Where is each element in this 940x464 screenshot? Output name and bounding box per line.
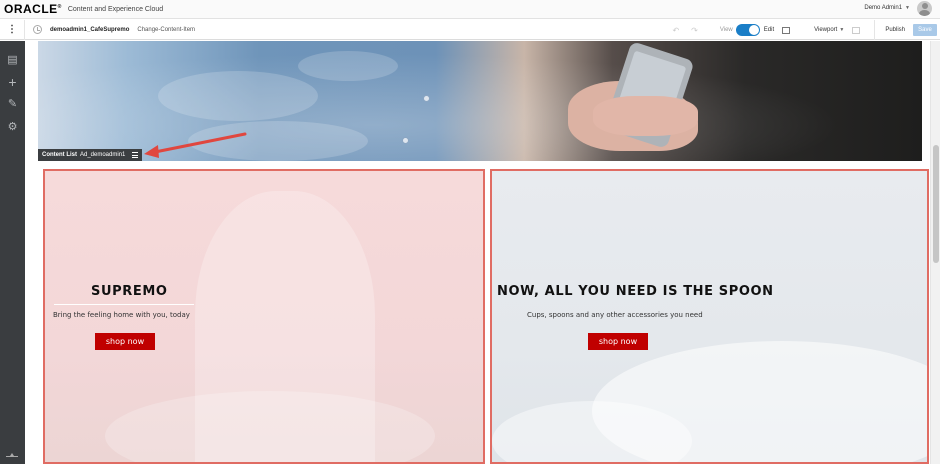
menu-icon[interactable] xyxy=(132,152,139,158)
chevron-down-icon: ▼ xyxy=(905,5,910,11)
user-name: Demo Admin1 xyxy=(864,5,903,11)
kebab-menu-icon[interactable]: ⋮ xyxy=(0,24,24,35)
view-label[interactable]: View xyxy=(720,27,733,33)
oracle-logo[interactable]: ORACLE® xyxy=(4,2,62,16)
device-preview-icon[interactable] xyxy=(782,26,791,34)
panel-subtitle: Cups, spoons and any other accessories y… xyxy=(527,311,703,319)
expand-icon[interactable] xyxy=(6,453,18,462)
publish-button[interactable]: Publish xyxy=(885,27,905,33)
edit-label[interactable]: Edit xyxy=(764,27,774,33)
site-name: demoadmin1_CafeSupremo xyxy=(50,26,130,33)
layout-icon[interactable]: ▤ xyxy=(0,54,25,66)
app-header: ORACLE® Content and Experience Cloud Dem… xyxy=(0,0,940,19)
content-list-name: Ad_demoadmin1 xyxy=(80,152,126,158)
left-sidebar: ▤ + ✎ ⚙ xyxy=(0,41,25,464)
hero-image[interactable] xyxy=(38,41,922,161)
page-canvas: Content List Ad_demoadmin1 SUPREMO Bring… xyxy=(25,41,930,464)
user-menu[interactable]: Demo Admin1 ▼ xyxy=(864,5,910,11)
undo-icon[interactable]: ↶ xyxy=(672,26,679,35)
shop-now-button[interactable]: shop now xyxy=(95,333,155,350)
logo-text: ORACLE xyxy=(4,2,58,16)
ad-panel-spoon[interactable]: NOW, ALL YOU NEED IS THE SPOON Cups, spo… xyxy=(490,169,929,464)
content-list-type: Content List xyxy=(42,152,77,158)
product-name: Content and Experience Cloud xyxy=(67,5,164,13)
panel-subtitle: Bring the feeling home with you, today xyxy=(53,311,190,319)
content-list-label[interactable]: Content List Ad_demoadmin1 xyxy=(38,149,143,161)
panel-title: SUPREMO xyxy=(91,284,168,299)
edit-mode-toggle[interactable] xyxy=(735,24,760,36)
viewport-dropdown[interactable]: Viewport xyxy=(814,27,837,33)
avatar[interactable] xyxy=(917,1,932,16)
add-icon[interactable]: + xyxy=(0,75,25,89)
ad-panel-supremo[interactable]: SUPREMO Bring the feeling home with you,… xyxy=(43,169,485,464)
settings-icon[interactable]: ⚙ xyxy=(0,121,25,133)
brush-icon[interactable]: ✎ xyxy=(0,98,25,110)
redo-icon[interactable]: ↷ xyxy=(691,26,698,35)
editor-toolbar: ⋮ demoadmin1_CafeSupremo Change-Content-… xyxy=(0,19,940,40)
page-name[interactable]: Change-Content-Item xyxy=(137,27,195,33)
panel-title: NOW, ALL YOU NEED IS THE SPOON xyxy=(497,284,774,299)
save-button[interactable]: Save xyxy=(913,24,937,36)
history-icon[interactable] xyxy=(33,25,42,34)
chevron-down-icon: ▼ xyxy=(839,27,845,33)
vertical-scrollbar[interactable] xyxy=(930,41,940,464)
scrollbar-thumb[interactable] xyxy=(933,145,939,263)
layout-preview-icon[interactable] xyxy=(852,26,861,34)
shop-now-button[interactable]: shop now xyxy=(588,333,648,350)
divider xyxy=(54,304,194,305)
